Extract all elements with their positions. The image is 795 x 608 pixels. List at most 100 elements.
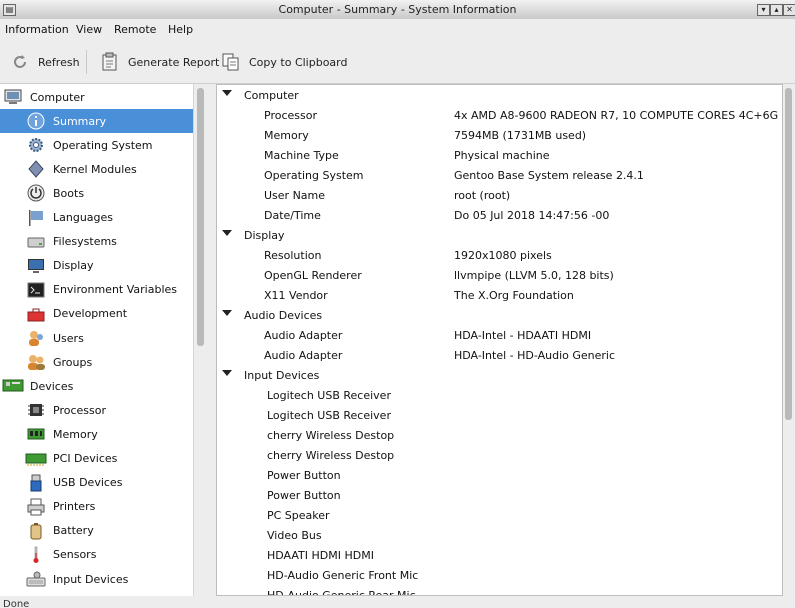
section-title: Audio Devices bbox=[244, 309, 323, 322]
toolbar-separator bbox=[86, 50, 87, 74]
pci-icon bbox=[25, 448, 47, 470]
tree-item-devices[interactable]: Devices bbox=[0, 374, 193, 398]
tree-item-environment-variables[interactable]: Environment Variables bbox=[0, 278, 193, 302]
thermometer-icon bbox=[25, 544, 47, 566]
detail-row: HDAATI HDMI HDMI bbox=[217, 546, 782, 566]
menu-information[interactable]: Information bbox=[5, 23, 69, 36]
detail-value: HDA-Intel - HDAATI HDMI bbox=[454, 329, 592, 342]
expander-arrow-icon[interactable] bbox=[222, 370, 232, 376]
expander-arrow-icon[interactable] bbox=[222, 230, 232, 236]
detail-row: Power Button bbox=[217, 466, 782, 486]
tree-item-users[interactable]: Users bbox=[0, 326, 193, 350]
detail-value: 7594MB (1731MB used) bbox=[454, 129, 587, 142]
detail-row: cherry Wireless Destop bbox=[217, 426, 782, 446]
detail-key: cherry Wireless Destop bbox=[267, 449, 395, 462]
detail-row: Audio Adapter HDA-Intel - HDAATI HDMI bbox=[217, 326, 782, 346]
tree-item-processor[interactable]: Processor bbox=[0, 398, 193, 422]
tree-item-input-devices[interactable]: Input Devices bbox=[0, 567, 193, 591]
computer-icon bbox=[2, 86, 24, 108]
expander-arrow-icon[interactable] bbox=[222, 310, 232, 316]
detail-row: Date/Time Do 05 Jul 2018 14:47:56 -00 bbox=[217, 206, 782, 226]
window-titlebar[interactable]: ▤ Computer - Summary - System Informatio… bbox=[0, 0, 795, 20]
tree-item-languages[interactable]: Languages bbox=[0, 206, 193, 230]
tree-item-printers[interactable]: Printers bbox=[0, 495, 193, 519]
tree-item-label: Kernel Modules bbox=[53, 162, 137, 176]
detail-row: Processor 4x AMD A8-9600 RADEON R7, 10 CO… bbox=[217, 106, 782, 126]
board-icon bbox=[2, 375, 24, 397]
tree-item-label: Summary bbox=[53, 114, 107, 128]
detail-value: The X.Org Foundation bbox=[454, 289, 574, 302]
copy-clipboard-button[interactable]: Copy to Clipboard bbox=[221, 50, 347, 74]
detail-row: HD-Audio Generic Rear Mic bbox=[217, 586, 782, 595]
detail-row: cherry Wireless Destop bbox=[217, 446, 782, 466]
generate-report-button[interactable]: Generate Report bbox=[100, 50, 219, 74]
close-icon[interactable]: ✕ bbox=[783, 4, 795, 16]
tree-item-display[interactable]: Display bbox=[0, 254, 193, 278]
menu-remote[interactable]: Remote bbox=[114, 23, 156, 36]
detail-row: Video Bus bbox=[217, 526, 782, 546]
expander-arrow-icon[interactable] bbox=[222, 90, 232, 96]
minimize-icon[interactable]: ▾ bbox=[757, 4, 770, 16]
detail-row: Logitech USB Receiver bbox=[217, 406, 782, 426]
category-tree: Computer Summary Operating System Kernel Mo… bbox=[0, 84, 193, 596]
details-scrollbar-thumb[interactable] bbox=[785, 88, 792, 420]
detail-row: Logitech USB Receiver bbox=[217, 386, 782, 406]
detail-key: Power Button bbox=[267, 489, 341, 502]
section-header[interactable]: Display bbox=[217, 226, 782, 246]
details-scrollbar[interactable] bbox=[783, 84, 795, 596]
detail-key: Resolution bbox=[264, 249, 322, 262]
tree-item-memory[interactable]: Memory bbox=[0, 422, 193, 446]
detail-row: Machine Type Physical machine bbox=[217, 146, 782, 166]
tree-item-filesystems[interactable]: Filesystems bbox=[0, 230, 193, 254]
detail-key: X11 Vendor bbox=[264, 289, 328, 302]
tree-item-computer[interactable]: Computer bbox=[0, 85, 193, 109]
section-header[interactable]: Audio Devices bbox=[217, 306, 782, 326]
toolbar: Refresh Generate Report Copy to Clipboar… bbox=[0, 40, 795, 84]
tree-item-groups[interactable]: Groups bbox=[0, 350, 193, 374]
detail-row: Operating System Gentoo Base System relea… bbox=[217, 166, 782, 186]
detail-row: OpenGL Renderer llvmpipe (LLVM 5.0, 128 b… bbox=[217, 266, 782, 286]
battery-icon bbox=[25, 520, 47, 542]
menu-help[interactable]: Help bbox=[168, 23, 193, 36]
tree-item-summary[interactable]: Summary bbox=[0, 109, 193, 134]
tree-item-kernel-modules[interactable]: Kernel Modules bbox=[0, 157, 193, 181]
maximize-icon[interactable]: ▴ bbox=[770, 4, 783, 16]
detail-row: Power Button bbox=[217, 486, 782, 506]
generate-report-label: Generate Report bbox=[128, 55, 220, 69]
detail-key: Audio Adapter bbox=[264, 329, 343, 342]
refresh-button[interactable]: Refresh bbox=[10, 50, 80, 74]
keyboard-icon bbox=[25, 568, 47, 590]
usb-icon bbox=[25, 472, 47, 494]
tree-item-label: PCI Devices bbox=[53, 452, 118, 465]
tree-scrollbar-thumb[interactable] bbox=[197, 88, 204, 346]
section-header[interactable]: Input Devices bbox=[217, 366, 782, 386]
detail-key: Date/Time bbox=[264, 209, 321, 222]
detail-key: Memory bbox=[264, 129, 309, 142]
detail-key: Machine Type bbox=[264, 149, 339, 162]
detail-key: Processor bbox=[264, 109, 317, 122]
tree-item-pci-devices[interactable]: PCI Devices bbox=[0, 447, 193, 471]
pane-divider[interactable] bbox=[207, 84, 215, 596]
tree-item-label: Operating System bbox=[53, 138, 153, 152]
detail-key: HDAATI HDMI HDMI bbox=[267, 549, 374, 562]
detail-value: Do 05 Jul 2018 14:47:56 -00 bbox=[454, 209, 610, 222]
tree-item-label: Battery bbox=[53, 524, 94, 538]
tree-item-sensors[interactable]: Sensors bbox=[0, 543, 193, 567]
tree-item-operating-system[interactable]: Operating System bbox=[0, 133, 193, 157]
tree-scrollbar[interactable] bbox=[193, 84, 208, 596]
tree-item-battery[interactable]: Battery bbox=[0, 519, 193, 543]
status-bar: Done bbox=[0, 597, 795, 608]
detail-row: Memory 7594MB (1731MB used) bbox=[217, 126, 782, 146]
section-header[interactable]: Computer bbox=[217, 86, 782, 106]
detail-row: Audio Adapter HDA-Intel - HD-Audio Generi… bbox=[217, 346, 782, 366]
tree-item-label: Devices bbox=[30, 379, 74, 393]
tree-item-boots[interactable]: Boots bbox=[0, 181, 193, 205]
tree-item-development[interactable]: Development bbox=[0, 302, 193, 326]
menu-view[interactable]: View bbox=[76, 23, 102, 36]
tree-item-usb-devices[interactable]: USB Devices bbox=[0, 471, 193, 495]
section-title: Input Devices bbox=[244, 369, 320, 382]
detail-value: 4x AMD A8-9600 RADEON R7, 10 COMPUTE COR… bbox=[454, 109, 779, 122]
terminal-icon bbox=[25, 279, 47, 301]
detail-key: PC Speaker bbox=[267, 509, 330, 522]
tree-item-label: Filesystems bbox=[53, 235, 117, 249]
